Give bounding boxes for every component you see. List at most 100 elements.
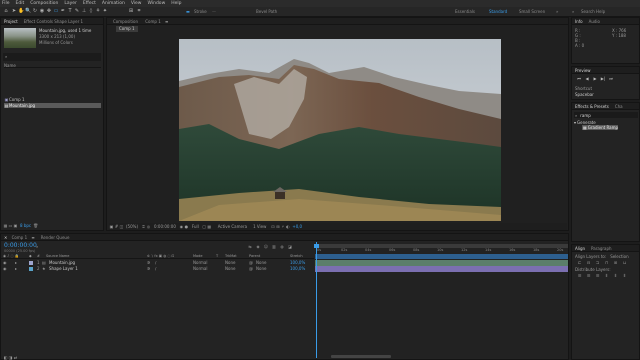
layer-bar-shape[interactable] (315, 266, 568, 272)
new-comp-icon[interactable]: ▣ (13, 223, 18, 228)
comp-flowchart-icon[interactable]: ⇆ (246, 244, 254, 249)
expand-chevron-icon[interactable]: ▸ (15, 260, 17, 265)
snapping-icon[interactable]: ⌗ (136, 8, 142, 15)
tab-character[interactable]: Cha (612, 104, 626, 109)
hand-tool-icon[interactable]: ✋ (18, 8, 24, 15)
menu-edit[interactable]: Edit (16, 1, 25, 6)
tab-preview[interactable]: Preview (572, 68, 594, 73)
tab-composition[interactable]: Composition Comp 1 ≡ (107, 19, 171, 24)
search-help-icon[interactable]: ⌕ (572, 9, 574, 14)
draft-3d-icon[interactable]: ◈ (254, 244, 262, 249)
exposure-value[interactable]: +0,0 (292, 224, 302, 229)
views-dropdown[interactable]: 1 View (253, 224, 266, 229)
brush-tool-icon[interactable]: ✎ (74, 8, 80, 15)
zoom-dropdown[interactable]: (50%) (126, 224, 138, 229)
layer-stretch[interactable]: 100,0% (290, 260, 305, 265)
roto-brush-tool-icon[interactable]: ⚘ (95, 8, 101, 15)
align-left-icon[interactable]: ⊏ (575, 260, 584, 265)
align-center-h-icon[interactable]: ⊟ (584, 260, 593, 265)
trash-icon[interactable]: 🗑 (33, 223, 38, 228)
shortcut-dropdown[interactable]: Spacebar (575, 92, 594, 97)
tab-info[interactable]: Info (572, 19, 586, 24)
mask-visibility-icon[interactable]: ◫ (119, 224, 124, 229)
pickwhip-icon[interactable]: @ (249, 266, 253, 271)
show-channel-icon[interactable]: ● (184, 224, 189, 229)
project-item-comp[interactable]: ▣ Comp 1 (4, 97, 101, 102)
effect-gradient-ramp[interactable]: ▦ Gradient Ramp (582, 125, 618, 130)
composition-viewer[interactable] (179, 39, 501, 221)
snapshot-icon[interactable]: ◎ (146, 224, 151, 229)
current-time-indicator[interactable] (316, 242, 317, 358)
zoom-tool-icon[interactable]: 🔍 (25, 8, 31, 15)
project-col-name[interactable]: Name (4, 63, 101, 68)
timeline-timecode[interactable]: 0:00:00:00 (4, 242, 37, 249)
pan-behind-tool-icon[interactable]: ✥ (46, 8, 52, 15)
label-color-swatch[interactable] (29, 261, 33, 265)
pickwhip-icon[interactable]: @ (249, 260, 253, 265)
next-frame-icon[interactable]: ▶| (599, 76, 607, 81)
bevel-path-label[interactable]: Bevel Path (256, 9, 277, 14)
first-frame-icon[interactable]: ⏮ (575, 76, 583, 81)
puppet-pin-tool-icon[interactable]: ✦ (102, 8, 108, 15)
menu-animation[interactable]: Animation (102, 1, 125, 6)
effects-search-input[interactable]: ⌕ ramp (574, 112, 638, 118)
rectangle-tool-icon[interactable]: ▭ (53, 8, 59, 15)
layer-stretch[interactable]: 100,0% (290, 266, 305, 271)
comp-breadcrumb[interactable]: Comp 1 (116, 26, 138, 32)
shy-icon[interactable]: ☺ (262, 244, 270, 249)
layer-name[interactable]: Shape Layer 1 (49, 266, 78, 271)
workspace-essentials[interactable]: Essentials (455, 9, 475, 14)
search-help-field[interactable]: Search Help (581, 9, 605, 14)
timeline-search-icon[interactable]: ⌕ (36, 244, 40, 249)
tab-project[interactable]: Project (1, 19, 21, 24)
layer-row[interactable]: ◉ ▸ 2 ★ Shape Layer 1 ✲ ∕ Normal None @ … (1, 266, 314, 272)
collapse-switch-icon[interactable]: ✲ (147, 260, 150, 265)
menu-help[interactable]: Help (171, 1, 181, 6)
layer-name[interactable]: Mountain.jpg (49, 260, 75, 265)
distribute-center-h-icon[interactable]: ⦀ (611, 273, 620, 278)
align-center-v-icon[interactable]: ⊞ (611, 260, 620, 265)
tab-effects-presets[interactable]: Effects & Presets (572, 104, 612, 109)
align-right-icon[interactable]: ⊐ (593, 260, 602, 265)
distribute-right-icon[interactable]: ⦀ (620, 273, 629, 278)
align-top-icon[interactable]: ⊓ (602, 260, 611, 265)
align-to-dropdown[interactable]: Selection (610, 254, 628, 259)
col-source-name[interactable]: Source Name (46, 254, 69, 258)
tab-effect-controls[interactable]: Effect Controls Shape Layer 1 (21, 19, 86, 24)
menu-composition[interactable]: Composition (30, 1, 58, 6)
resolution-dropdown[interactable]: Full (192, 224, 199, 229)
last-frame-icon[interactable]: ⏭ (607, 76, 615, 81)
label-color-swatch[interactable] (29, 267, 33, 271)
layer-parent-dropdown[interactable]: None (256, 260, 266, 265)
tab-render-queue[interactable]: Render Queue (38, 235, 73, 240)
tab-align[interactable]: Align (572, 246, 588, 251)
type-tool-icon[interactable]: T (67, 8, 73, 15)
transparency-grid-icon[interactable]: ▦ (207, 224, 212, 229)
project-search-input[interactable]: ⌕ (3, 53, 101, 61)
layer-mode-dropdown[interactable]: Normal (193, 260, 207, 265)
frame-blending-icon[interactable]: ▥ (270, 244, 278, 249)
reset-exposure-icon[interactable]: ◐ (285, 224, 290, 229)
eraser-tool-icon[interactable]: ◊ (88, 8, 94, 15)
distribute-center-v-icon[interactable]: ☰ (584, 273, 593, 278)
quality-switch-icon[interactable]: ∕ (155, 260, 156, 265)
playhead-handle[interactable] (314, 244, 319, 248)
zoom-slider[interactable] (331, 355, 391, 358)
workspace-small-screen[interactable]: Small Screen (519, 9, 545, 14)
active-camera-dropdown[interactable]: Active Camera (218, 224, 247, 229)
tab-comp-1-timeline[interactable]: ✕ Comp 1 ≡ (1, 235, 38, 240)
tab-audio[interactable]: Audio (586, 19, 603, 24)
distribute-top-icon[interactable]: ☰ (575, 273, 584, 278)
layer-trkmat-dropdown[interactable]: None (225, 266, 235, 271)
home-icon[interactable]: ⌂ (3, 8, 9, 15)
project-item-footage[interactable]: ▤ Mountain.jpg (4, 103, 101, 108)
clone-stamp-tool-icon[interactable]: ⊥ (81, 8, 87, 15)
pixel-snap-icon[interactable]: ⊞ (128, 8, 134, 15)
previous-frame-icon[interactable]: ◀ (583, 76, 591, 81)
video-visibility-icon[interactable]: ◉ (3, 266, 7, 271)
workspace-menu-icon[interactable]: » (556, 9, 558, 14)
layer-trkmat-dropdown[interactable]: None (225, 260, 235, 265)
timeline-graph[interactable]: 0s 02s 04s 06s 08s 10s 12s 14s 16s 18s 20s (314, 242, 568, 358)
menu-window[interactable]: Window (148, 1, 166, 6)
stroke-label[interactable]: Stroke (194, 9, 207, 14)
